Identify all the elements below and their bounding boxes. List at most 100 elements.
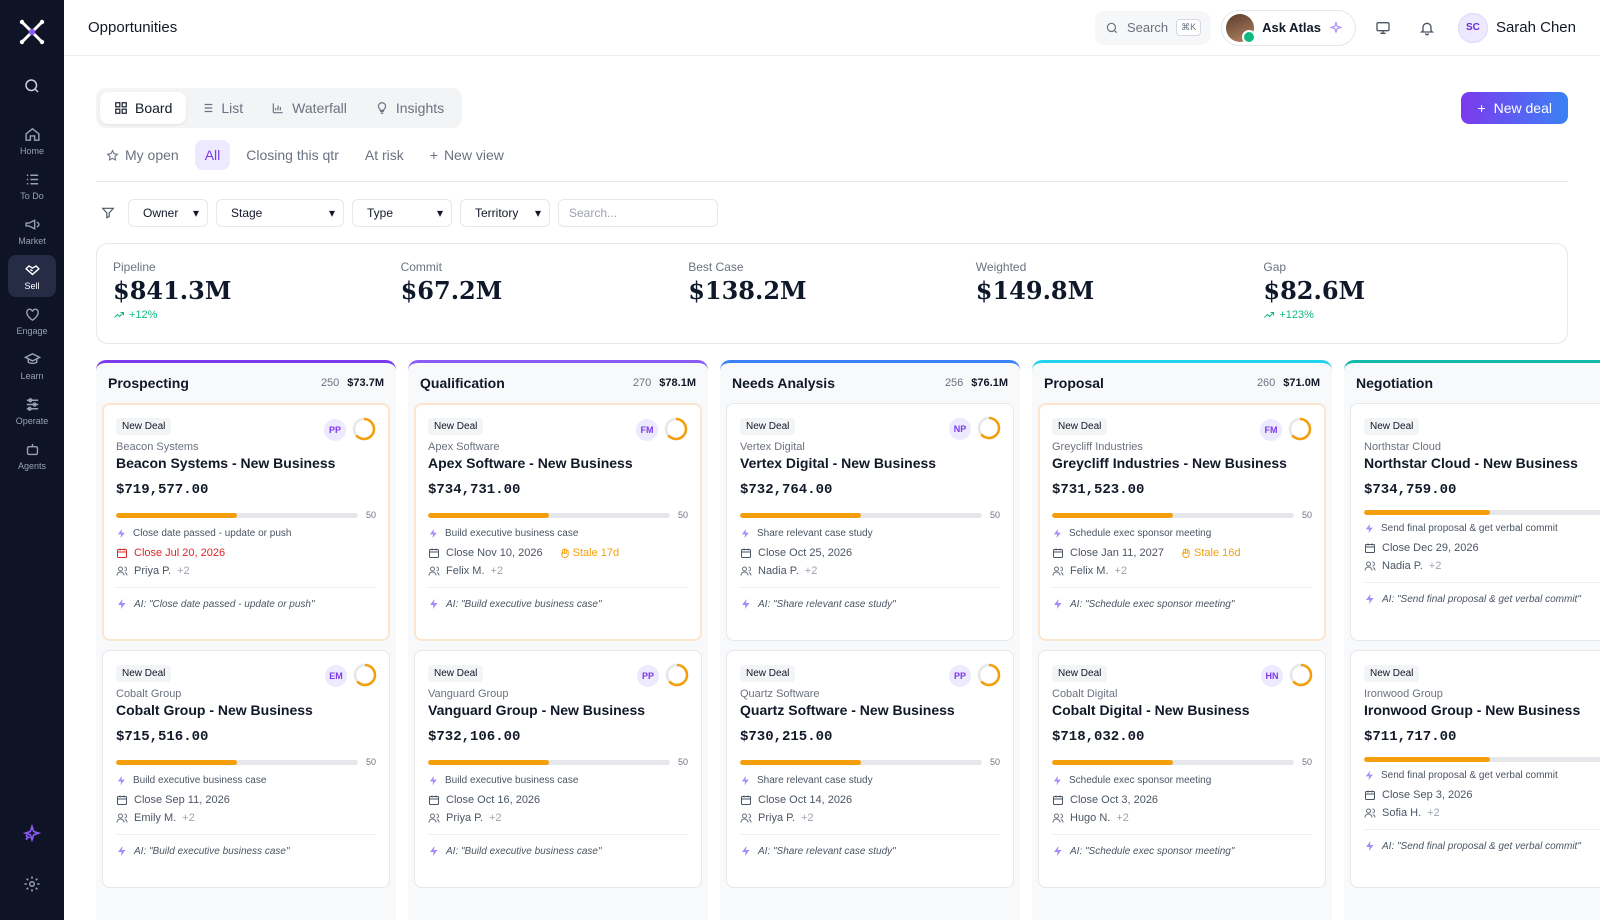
deal-team: Priya P. +2 <box>428 812 688 824</box>
owner-filter[interactable]: Owner ▾ <box>128 199 208 227</box>
star-icon <box>106 148 119 161</box>
deal-card[interactable]: New Deal PP Vanguard Group Vanguard Group -… <box>414 650 702 888</box>
home-icon <box>24 127 40 141</box>
type-filter[interactable]: Type ▾ <box>352 199 452 227</box>
saved-view-my-open[interactable]: My open <box>96 140 189 170</box>
team-lead: Nadia P. <box>758 565 799 577</box>
calendar-icon <box>117 795 127 805</box>
new-view-button[interactable]: + New view <box>420 140 514 170</box>
deal-card[interactable]: New Deal Northstar Cloud Northstar Cloud -… <box>1350 403 1600 641</box>
settings-gear-icon[interactable] <box>23 875 41 898</box>
territory-filter[interactable]: Territory ▾ <box>460 199 550 227</box>
ai-suggestion[interactable]: AI: "Send final proposal & get verbal co… <box>1364 582 1600 605</box>
filter-funnel-icon[interactable] <box>96 206 120 220</box>
deal-team: Nadia P. +2 <box>1364 560 1600 572</box>
deal-name[interactable]: Cobalt Group - New Business <box>116 702 376 718</box>
metric-label: Best Case <box>688 260 744 274</box>
deal-amount: $730,215.00 <box>740 729 833 745</box>
deal-name[interactable]: Vanguard Group - New Business <box>428 702 688 718</box>
metric-label: Gap <box>1263 260 1287 274</box>
deal-name[interactable]: Greycliff Industries - New Business <box>1052 455 1312 471</box>
saved-view-at-risk[interactable]: At risk <box>355 140 414 170</box>
users-icon <box>116 813 128 823</box>
lightning-icon <box>1366 841 1374 851</box>
deal-type-badge: New Deal <box>1364 665 1420 682</box>
deal-card[interactable]: New Deal EM Cobalt Group Cobalt Group - New… <box>102 650 390 888</box>
owner-avatar: FM <box>1260 419 1282 441</box>
sidebar-item-sell[interactable]: Sell <box>8 255 56 297</box>
saved-views: My open All Closing this qtr At risk + New vi… <box>96 138 1568 182</box>
user-menu[interactable]: SC Sarah Chen <box>1457 12 1576 43</box>
next-action-text: Send final proposal & get verbal commit <box>1381 770 1558 781</box>
deal-name[interactable]: Ironwood Group - New Business <box>1364 702 1600 718</box>
next-action-text: Schedule exec sponsor meeting <box>1069 775 1212 786</box>
tab-board[interactable]: Board <box>100 92 187 124</box>
ai-suggestion[interactable]: AI: "Share relevant case study" <box>740 834 1000 857</box>
notification-bell-icon[interactable] <box>1410 11 1444 45</box>
close-date-text: Close Dec 29, 2026 <box>1382 542 1479 554</box>
ai-suggestion[interactable]: AI: "Build executive business case" <box>116 834 376 857</box>
sidebar-item-operate[interactable]: Operate <box>8 390 56 432</box>
sidebar-item-to-do[interactable]: To Do <box>8 165 56 207</box>
sidebar-item-home[interactable]: Home <box>8 120 56 162</box>
owner-avatar: PP <box>949 665 971 687</box>
tab-insights[interactable]: Insights <box>361 92 458 124</box>
deal-card[interactable]: New Deal FM Greycliff Industries Greycliff … <box>1038 403 1326 641</box>
sidebar-item-agents[interactable]: Agents <box>8 435 56 477</box>
saved-view-all[interactable]: All <box>194 140 231 170</box>
next-action: Share relevant case study <box>740 528 1000 539</box>
deal-search-input[interactable]: Search... <box>558 199 718 227</box>
ai-suggestion[interactable]: AI: "Schedule exec sponsor meeting" <box>1052 587 1312 610</box>
ai-suggestion[interactable]: AI: "Build executive business case" <box>428 587 688 610</box>
ai-suggestion[interactable]: AI: "Build executive business case" <box>428 834 688 857</box>
global-search[interactable]: Search ⌘K <box>1094 10 1212 45</box>
sidebar-item-engage[interactable]: Engage <box>8 300 56 342</box>
next-action-text: Build executive business case <box>445 528 579 539</box>
ai-suggestion[interactable]: AI: "Schedule exec sponsor meeting" <box>1052 834 1312 857</box>
deal-name[interactable]: Cobalt Digital - New Business <box>1052 702 1312 718</box>
deal-card[interactable]: New Deal PP Beacon Systems Beacon Systems -… <box>102 403 390 641</box>
bar-chart-icon <box>272 103 283 114</box>
deal-type-badge: New Deal <box>116 418 172 435</box>
deal-name[interactable]: Northstar Cloud - New Business <box>1364 455 1600 471</box>
tab-waterfall[interactable]: Waterfall <box>257 92 361 124</box>
app-logo[interactable] <box>0 0 64 64</box>
ai-suggestion[interactable]: AI: "Close date passed - update or push" <box>116 587 376 610</box>
deal-name[interactable]: Beacon Systems - New Business <box>116 455 376 471</box>
logo-x-icon <box>19 19 45 45</box>
new-deal-button[interactable]: + New deal <box>1461 92 1568 124</box>
ask-atlas-button[interactable]: Ask Atlas <box>1221 9 1356 46</box>
sparkle-ai-icon[interactable] <box>22 823 42 849</box>
team-lead: Nadia P. <box>1382 560 1423 572</box>
deal-card[interactable]: New Deal NP Vertex Digital Vertex Digital -… <box>726 403 1014 641</box>
metric-value: $67.2M <box>400 276 503 305</box>
deal-card[interactable]: New Deal Ironwood Group Ironwood Group - N… <box>1350 650 1600 888</box>
new-view-label: New view <box>443 147 504 163</box>
sidebar-search-icon[interactable] <box>12 66 52 106</box>
tab-list[interactable]: List <box>186 92 257 124</box>
stale-text: Stale 17d <box>572 547 620 559</box>
sidebar-item-learn[interactable]: Learn <box>8 345 56 387</box>
lightning-icon <box>1366 594 1374 604</box>
sidebar-item-market[interactable]: Market <box>8 210 56 252</box>
calendar-icon <box>741 548 751 558</box>
deal-name[interactable]: Vertex Digital - New Business <box>740 455 1000 471</box>
company-name: Greycliff Industries <box>1052 441 1143 453</box>
deal-card[interactable]: New Deal PP Quartz Software Quartz Software… <box>726 650 1014 888</box>
next-action-text: Close date passed - update or push <box>133 528 292 539</box>
deal-card[interactable]: New Deal FM Apex Software Apex Software - N… <box>414 403 702 641</box>
deal-card[interactable]: New Deal HN Cobalt Digital Cobalt Digital -… <box>1038 650 1326 888</box>
type-filter-label: Type <box>367 206 394 220</box>
monitor-icon[interactable] <box>1366 11 1400 45</box>
deal-name[interactable]: Apex Software - New Business <box>428 455 688 471</box>
ai-suggestion[interactable]: AI: "Send final proposal & get verbal co… <box>1364 829 1600 852</box>
saved-view-closing-this-qtr[interactable]: Closing this qtr <box>236 140 349 170</box>
close-date: Close Oct 14, 2026 <box>740 794 1000 806</box>
deal-team: Emily M. +2 <box>116 812 376 824</box>
stage-filter[interactable]: Stage ▾ <box>216 199 344 227</box>
users-icon <box>1052 813 1064 823</box>
sidebar-item-label: Home <box>19 146 44 156</box>
lightning-icon <box>117 528 125 539</box>
deal-name[interactable]: Quartz Software - New Business <box>740 702 1000 718</box>
ai-suggestion[interactable]: AI: "Share relevant case study" <box>740 587 1000 610</box>
